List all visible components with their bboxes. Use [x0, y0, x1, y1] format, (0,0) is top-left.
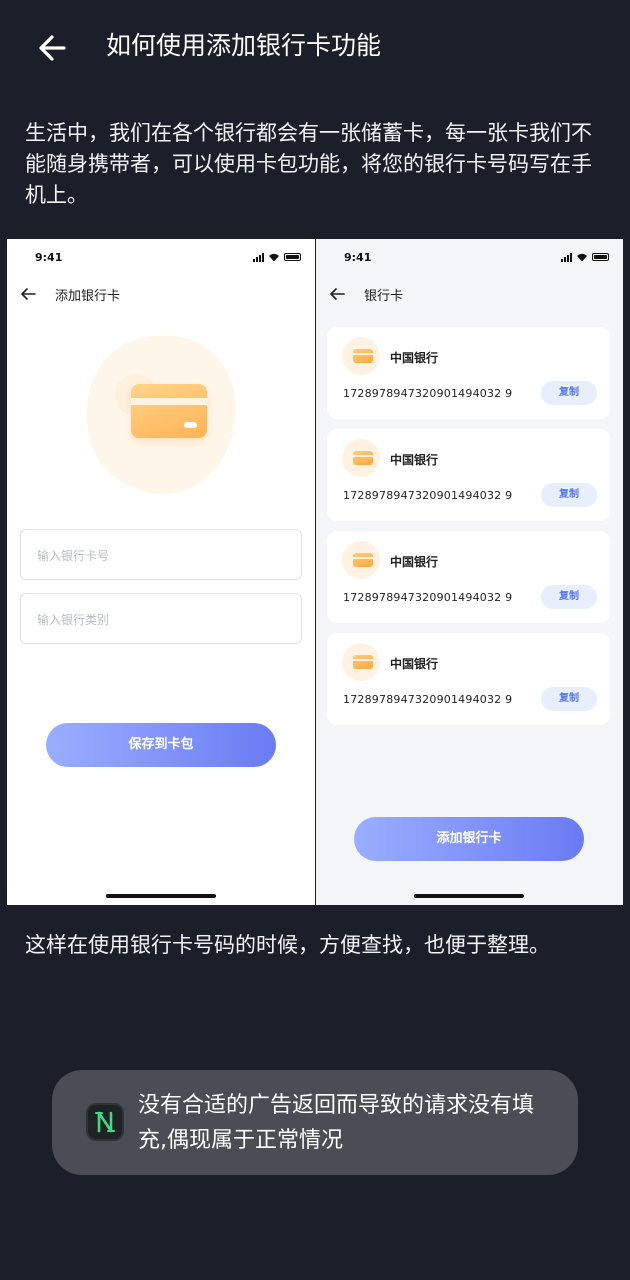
battery-icon	[592, 253, 609, 261]
back-button[interactable]	[30, 26, 74, 70]
status-time: 9:41	[344, 251, 372, 264]
bank-card-item[interactable]: 中国银行 1728978947320901494032 9 复制	[327, 327, 610, 419]
status-icons	[561, 251, 609, 263]
status-icons	[253, 251, 301, 263]
card-number-placeholder: 输入银行卡号	[37, 549, 110, 563]
card-chip	[184, 422, 197, 428]
bank-card-icon	[353, 553, 373, 567]
card-number: 1728978947320901494032 9	[343, 693, 513, 706]
bank-card-icon	[353, 349, 373, 363]
copy-button[interactable]: 复制	[541, 483, 597, 507]
card-stripe	[131, 398, 207, 405]
wifi-icon	[577, 253, 587, 262]
signal-icon	[561, 252, 572, 262]
n-logo-icon	[86, 1103, 124, 1141]
intro-paragraph: 生活中，我们在各个银行都会有一张储蓄卡，每一张卡我们不能随身携带者，可以使用卡包…	[25, 121, 592, 207]
bank-card-icon	[353, 451, 373, 465]
copy-button[interactable]: 复制	[541, 687, 597, 711]
bank-name: 中国银行	[390, 453, 439, 467]
bank-card-item[interactable]: 中国银行 1728978947320901494032 9 复制	[327, 429, 610, 521]
battery-icon	[284, 253, 301, 261]
status-time: 9:41	[35, 251, 63, 264]
copy-button[interactable]: 复制	[541, 585, 597, 609]
card-list-screenshot: 9:41 银行卡 中国银行 1728978947320901494032 9 复…	[316, 239, 623, 905]
signal-icon	[253, 252, 264, 262]
toast-message: 没有合适的广告返回而导致的请求没有填充,偶现属于正常情况	[138, 1093, 535, 1153]
card-type-placeholder: 输入银行类别	[37, 613, 110, 627]
card-number-input[interactable]: 输入银行卡号	[20, 529, 302, 580]
outro-paragraph: 这样在使用银行卡号码的时候，方便查找，也便于整理。	[25, 933, 550, 957]
copy-button[interactable]: 复制	[541, 381, 597, 405]
bank-card-icon	[353, 655, 373, 669]
bank-card-item[interactable]: 中国银行 1728978947320901494032 9 复制	[327, 633, 610, 725]
arrow-left-icon	[39, 35, 66, 61]
ad-toast: 没有合适的广告返回而导致的请求没有填充,偶现属于正常情况	[52, 1070, 578, 1175]
add-bank-card-button[interactable]: 添加银行卡	[354, 817, 584, 861]
home-indicator	[106, 894, 216, 898]
save-to-wallet-button[interactable]: 保存到卡包	[46, 723, 276, 767]
bank-name: 中国银行	[390, 657, 439, 671]
screen-title: 添加银行卡	[55, 289, 121, 304]
n-logo-glyph	[95, 1111, 115, 1133]
wifi-icon	[269, 253, 279, 262]
card-type-input[interactable]: 输入银行类别	[20, 593, 302, 644]
card-number: 1728978947320901494032 9	[343, 489, 513, 502]
arrow-left-icon	[21, 288, 36, 300]
card-number: 1728978947320901494032 9	[343, 591, 513, 604]
bank-card-item[interactable]: 中国银行 1728978947320901494032 9 复制	[327, 531, 610, 623]
screen-title: 银行卡	[364, 289, 404, 304]
bank-card-illustration-icon	[131, 384, 207, 438]
add-card-screenshot: 9:41 添加银行卡 输入银行卡号 输入银行类别 保存到卡包	[7, 239, 315, 905]
app-header: 如何使用添加银行卡功能	[0, 0, 630, 96]
bank-name: 中国银行	[390, 555, 439, 569]
bank-name: 中国银行	[390, 351, 439, 365]
arrow-left-icon	[330, 288, 345, 300]
card-number: 1728978947320901494032 9	[343, 387, 513, 400]
page-title: 如何使用添加银行卡功能	[106, 31, 382, 60]
home-indicator	[414, 894, 524, 898]
